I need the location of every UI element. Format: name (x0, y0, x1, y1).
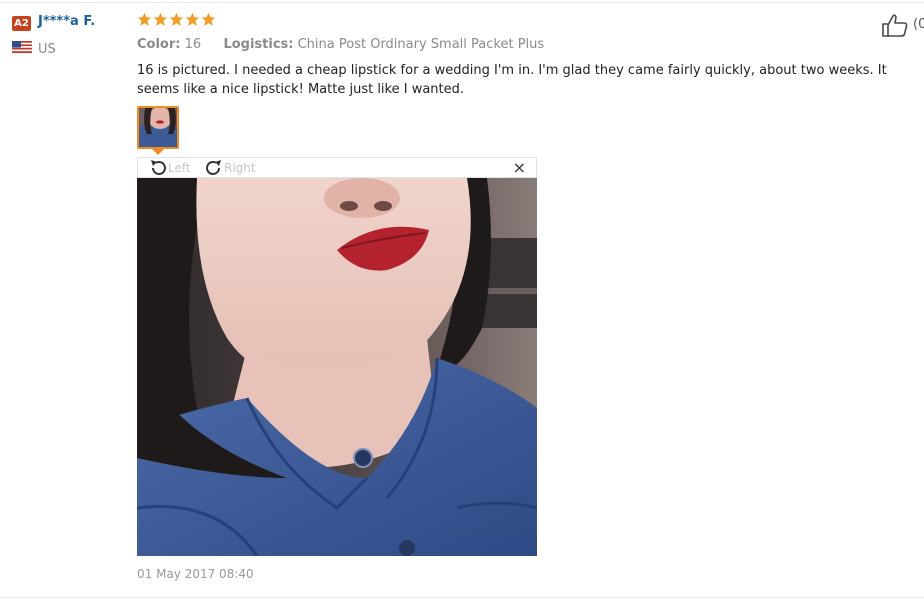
star-icon (169, 12, 184, 26)
star-rating (137, 12, 216, 27)
us-flag-icon (12, 41, 32, 53)
rotate-left-icon (151, 160, 166, 175)
rotate-right-button[interactable]: Right (204, 159, 256, 177)
rotate-left-label: Left (168, 161, 191, 175)
star-icon (201, 12, 216, 26)
color-value: 16 (184, 37, 202, 52)
review-text: 16 is pictured. I needed a cheap lipstic… (137, 63, 887, 97)
thumbs-up-icon[interactable] (881, 13, 909, 37)
logistics-value: China Post Ordinary Small Packet Plus (297, 37, 545, 52)
color-label: Color: (137, 37, 181, 52)
star-icon (137, 12, 152, 26)
bottom-divider (0, 597, 924, 598)
top-divider (0, 2, 924, 3)
thumbnail-selected-arrow (152, 149, 164, 155)
star-icon (153, 12, 168, 26)
rotate-left-button[interactable]: Left (148, 159, 191, 177)
reviewer-name[interactable]: J****a F. (38, 14, 95, 29)
star-icon (185, 12, 200, 26)
image-viewer-toolbar: Left Right × (137, 157, 537, 178)
close-viewer-button[interactable]: × (513, 159, 526, 177)
order-attributes: Color: 16 Logistics: China Post Ordinary… (137, 37, 544, 52)
buyer-level-badge: A2 (12, 16, 31, 31)
rotate-right-icon (206, 160, 221, 175)
review-photo-thumbnail[interactable] (137, 106, 179, 149)
helpful-count: (0 (913, 17, 924, 32)
logistics-label: Logistics: (223, 37, 294, 52)
review-photo-large (137, 178, 537, 556)
reviewer-country: US (38, 42, 56, 57)
review-date: 01 May 2017 08:40 (137, 567, 254, 581)
rotate-right-label: Right (224, 161, 256, 175)
